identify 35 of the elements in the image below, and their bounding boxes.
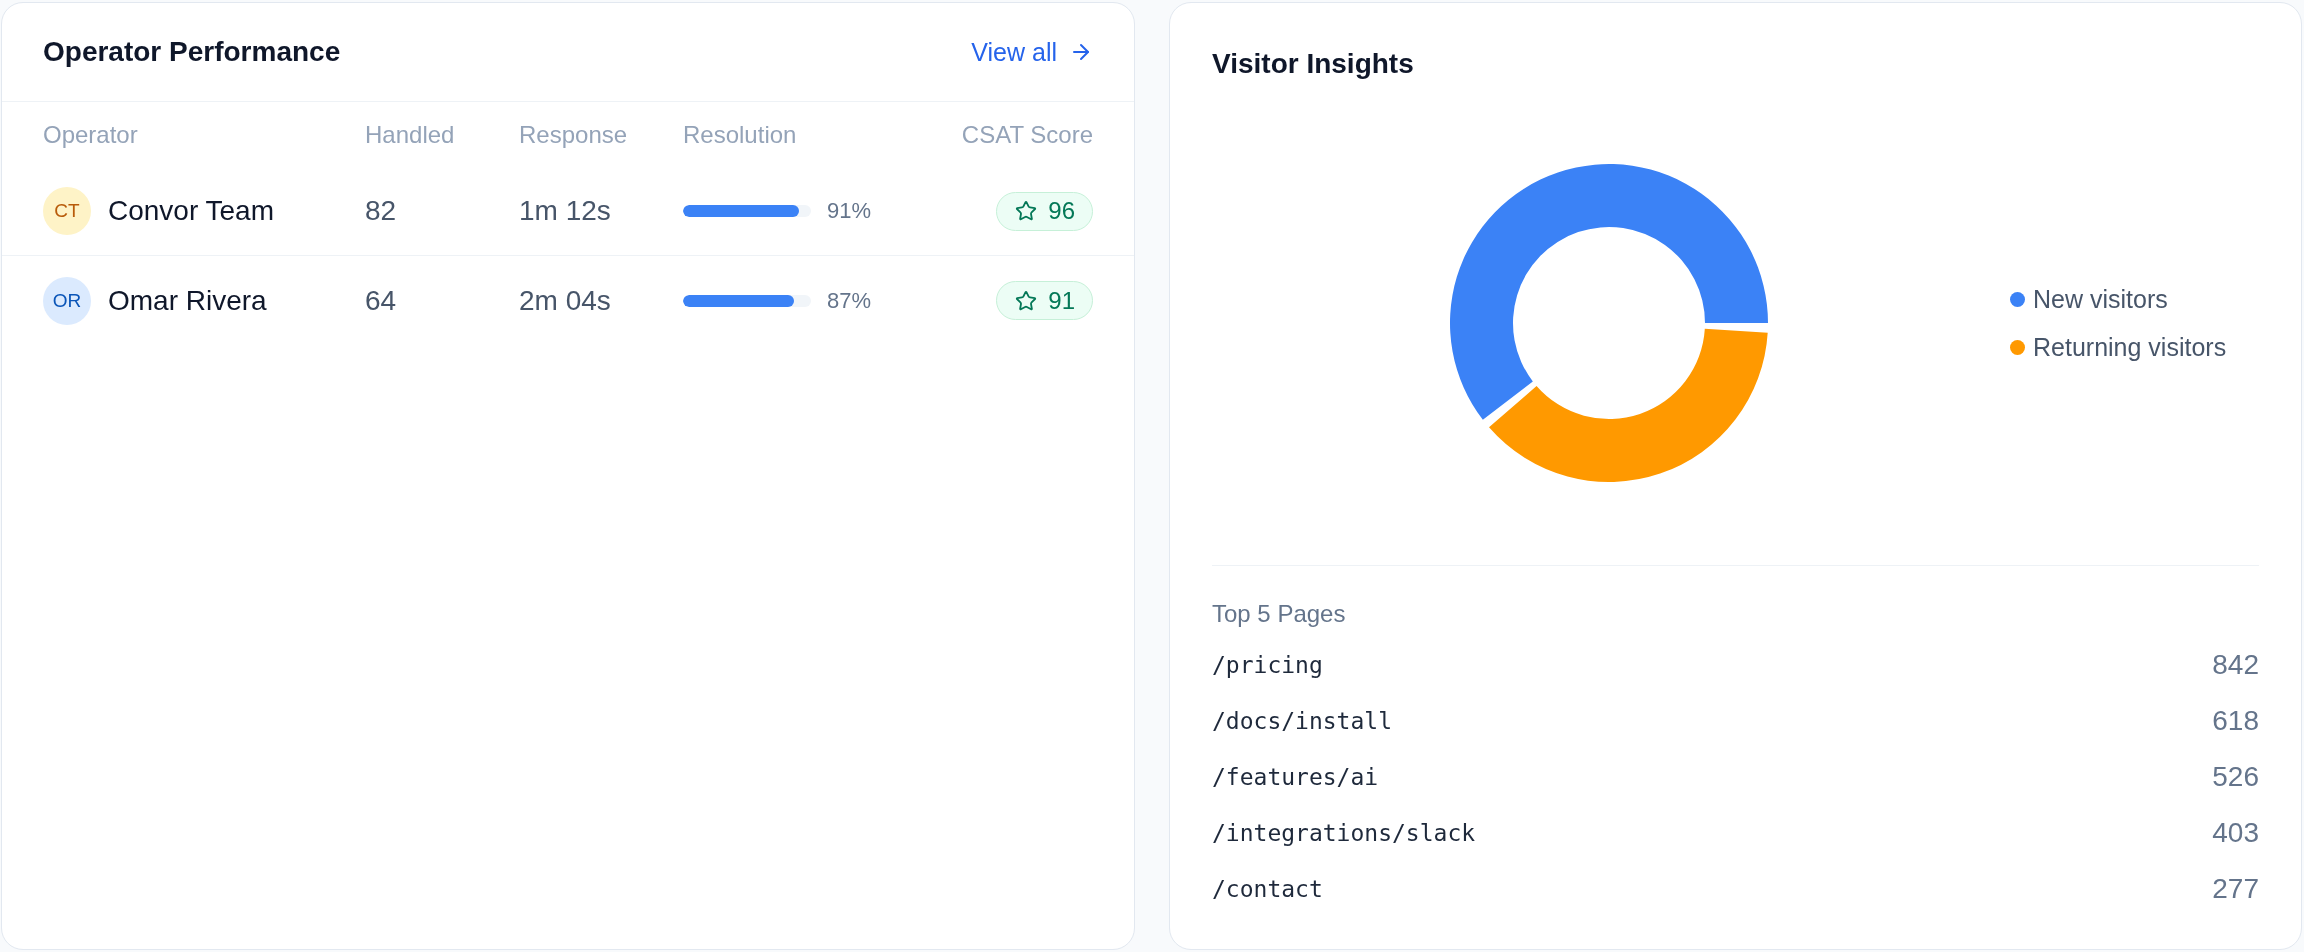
operator-name: Omar Rivera <box>108 283 267 318</box>
column-header: Response <box>519 119 628 150</box>
handled-count: 64 <box>365 283 397 318</box>
legend-label: New visitors <box>2033 284 2168 315</box>
page-path: /contact <box>1212 875 1323 904</box>
handled-count: 82 <box>365 194 397 228</box>
page-views: 842 <box>2212 648 2259 682</box>
avatar: OR <box>43 276 91 325</box>
view-all-link[interactable]: View all <box>971 36 1093 68</box>
avatar: CT <box>43 187 91 235</box>
star-icon <box>1015 289 1038 312</box>
legend-label: Returning visitors <box>2033 332 2227 363</box>
operator-name: Convor Team <box>108 194 274 228</box>
score-value: 96 <box>1048 197 1075 225</box>
card-title: Visitor Insights <box>1212 47 1415 81</box>
section-label: Top 5 Pages <box>1212 599 1346 629</box>
page-views: 618 <box>2212 704 2259 738</box>
response-time: 1m 12s <box>519 194 611 228</box>
column-header: CSAT Score <box>961 119 1093 150</box>
column-header: Operator <box>43 119 138 150</box>
page-path: /integrations/slack <box>1212 819 1476 848</box>
card-title: Operator Performance <box>43 35 341 69</box>
column-header: Handled <box>365 119 455 150</box>
resolution-percent: 87% <box>827 286 872 315</box>
star-icon <box>1015 200 1038 222</box>
page-path: /docs/install <box>1212 707 1392 736</box>
page-views: 403 <box>2212 816 2259 850</box>
response-time: 2m 04s <box>519 283 611 318</box>
page-path: /pricing <box>1212 651 1323 680</box>
column-header: Resolution <box>683 119 797 150</box>
resolution-percent: 91% <box>827 197 872 225</box>
page-path: /features/ai <box>1212 763 1379 792</box>
score-value: 91 <box>1048 286 1075 315</box>
page-views: 526 <box>2212 760 2259 794</box>
page-views: 277 <box>2212 872 2259 906</box>
